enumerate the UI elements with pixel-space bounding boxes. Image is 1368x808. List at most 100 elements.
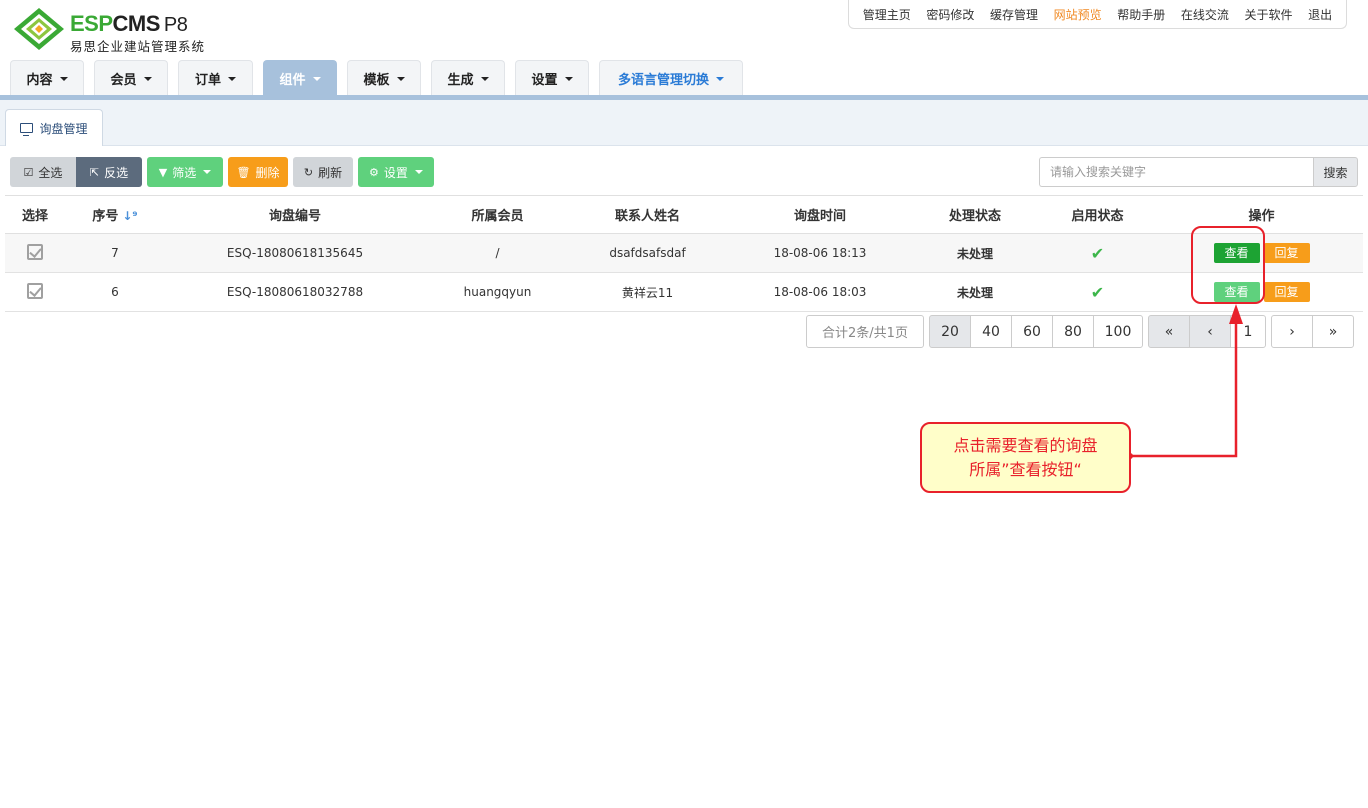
next-page-button[interactable]: › (1271, 315, 1313, 348)
nav-template[interactable]: 模板 (347, 60, 421, 96)
row-time: 18-08-06 18:03 (725, 272, 915, 312)
last-page-button[interactable]: » (1312, 315, 1354, 348)
check-icon[interactable]: ✔ (1091, 283, 1104, 302)
nav-language-switch[interactable]: 多语言管理切换 (599, 60, 743, 96)
row-checkbox-cell (5, 233, 65, 273)
row-seq: 6 (65, 272, 165, 312)
row-contact: dsafdsafsdaf (570, 233, 725, 273)
row-member: huangqyun (425, 272, 570, 312)
row-contact: 黄祥云11 (570, 272, 725, 312)
nav-generate[interactable]: 生成 (431, 60, 505, 96)
row-enabled: ✔ (1035, 233, 1160, 273)
search-bar: 搜索 (1039, 157, 1358, 187)
row-seq: 7 (65, 233, 165, 273)
nav-component[interactable]: 组件 (263, 60, 337, 96)
row-status: 未处理 (915, 233, 1035, 273)
select-all-button[interactable]: ☑ 全选 (10, 157, 76, 187)
tab-strip: 询盘管理 (0, 100, 1368, 146)
col-process-status: 处理状态 (915, 195, 1035, 234)
logo-brand: ESPCMS P8 (70, 11, 188, 36)
link-logout[interactable]: 退出 (1308, 6, 1332, 23)
caret-down-icon (414, 170, 423, 174)
col-seq[interactable]: 序号 ↓⁹ (65, 195, 165, 234)
refresh-icon: ↻ (303, 165, 314, 179)
top-links: 管理主页 密码修改 缓存管理 网站预览 帮助手册 在线交流 关于软件 退出 (848, 0, 1347, 29)
select-group: ☑ 全选 ⇱ 反选 (10, 157, 142, 187)
row-checkbox-cell (5, 272, 65, 312)
main-nav: 内容 会员 订单 组件 模板 生成 设置 多语言管理切换 (10, 60, 753, 96)
sort-icon[interactable]: ↓⁹ (122, 209, 137, 223)
trash-icon: 🗑 (236, 165, 251, 179)
caret-down-icon (396, 76, 405, 81)
tab-inquiry-manage[interactable]: 询盘管理 (5, 109, 103, 146)
toolbar: ☑ 全选 ⇱ 反选 ▼ 筛选 🗑 删除 ↻ 刷新 ⚙ 设置 (10, 157, 439, 187)
page-number[interactable]: 1 (1230, 315, 1266, 348)
nav-settings[interactable]: 设置 (515, 60, 589, 96)
caret-down-icon (59, 76, 68, 81)
nav-order[interactable]: 订单 (178, 60, 253, 96)
caret-down-icon (228, 76, 236, 81)
checkbox-icon[interactable] (27, 282, 43, 299)
settings-button[interactable]: ⚙ 设置 (358, 157, 434, 187)
page-size-40[interactable]: 40 (970, 315, 1012, 348)
annotation-callout: 点击需要查看的询盘 所属”查看按钮“ (920, 422, 1131, 493)
monitor-icon (20, 123, 34, 136)
caret-down-icon (312, 76, 321, 81)
inquiry-table: 选择 序号 ↓⁹ 询盘编号 所属会员 联系人姓名 询盘时间 处理状态 启用状态 操… (5, 195, 1363, 312)
caret-down-icon (716, 76, 724, 81)
link-help-manual[interactable]: 帮助手册 (1117, 6, 1165, 23)
check-square-icon: ☑ (23, 165, 34, 179)
share-square-icon: ⇱ (89, 165, 100, 179)
filter-icon: ▼ (158, 165, 168, 179)
search-input[interactable] (1039, 157, 1313, 187)
table-row: 7 ESQ-18080618135645 / dsafdsafsdaf 18-0… (5, 233, 1363, 273)
checkbox-icon[interactable] (27, 243, 43, 260)
reply-button[interactable]: 回复 (1263, 243, 1310, 263)
page-size-100[interactable]: 100 (1093, 315, 1143, 348)
reply-button[interactable]: 回复 (1263, 282, 1310, 302)
row-member: / (425, 233, 570, 273)
col-select: 选择 (5, 195, 65, 234)
row-enabled: ✔ (1035, 272, 1160, 312)
link-change-password[interactable]: 密码修改 (926, 6, 974, 23)
col-enable-status: 启用状态 (1035, 195, 1160, 234)
logo-mark-icon (14, 8, 64, 50)
link-about[interactable]: 关于软件 (1245, 6, 1293, 23)
link-online-chat[interactable]: 在线交流 (1181, 6, 1229, 23)
nav-member[interactable]: 会员 (94, 60, 168, 96)
col-contact: 联系人姓名 (570, 195, 725, 234)
logo: ESPCMS P8 易思企业建站管理系统 (12, 6, 232, 54)
link-cache-manage[interactable]: 缓存管理 (990, 6, 1038, 23)
link-site-preview[interactable]: 网站预览 (1054, 6, 1102, 23)
row-time: 18-08-06 18:13 (725, 233, 915, 273)
page-size-80[interactable]: 80 (1052, 315, 1094, 348)
first-page-button[interactable]: « (1148, 315, 1190, 348)
caret-down-icon (143, 76, 152, 81)
col-time: 询盘时间 (725, 195, 915, 234)
page-size-60[interactable]: 60 (1011, 315, 1053, 348)
prev-page-button[interactable]: ‹ (1189, 315, 1231, 348)
table-row: 6 ESQ-18080618032788 huangqyun 黄祥云11 18-… (5, 272, 1363, 312)
caret-down-icon (564, 76, 573, 81)
row-code: ESQ-18080618135645 (165, 233, 425, 273)
link-admin-home[interactable]: 管理主页 (863, 6, 911, 23)
check-icon[interactable]: ✔ (1091, 244, 1104, 263)
pager-total: 合计2条/共1页 (806, 315, 924, 348)
table-header: 选择 序号 ↓⁹ 询盘编号 所属会员 联系人姓名 询盘时间 处理状态 启用状态 操… (5, 195, 1363, 234)
filter-button[interactable]: ▼ 筛选 (147, 157, 223, 187)
gear-icon: ⚙ (369, 165, 379, 179)
caret-down-icon (203, 170, 212, 174)
highlight-box (1191, 226, 1265, 304)
refresh-button[interactable]: ↻ 刷新 (293, 157, 353, 187)
pagination: 合计2条/共1页 20 40 60 80 100 « ‹ 1 › » (806, 315, 1354, 348)
caret-down-icon (480, 76, 489, 81)
page-size-20[interactable]: 20 (929, 315, 971, 348)
logo-subtitle: 易思企业建站管理系统 (70, 39, 206, 54)
col-member: 所属会员 (425, 195, 570, 234)
nav-content[interactable]: 内容 (10, 60, 84, 96)
delete-button[interactable]: 🗑 删除 (228, 157, 288, 187)
invert-select-button[interactable]: ⇱ 反选 (76, 157, 142, 187)
search-button[interactable]: 搜索 (1313, 157, 1358, 187)
row-status: 未处理 (915, 272, 1035, 312)
col-inquiry-code: 询盘编号 (165, 195, 425, 234)
